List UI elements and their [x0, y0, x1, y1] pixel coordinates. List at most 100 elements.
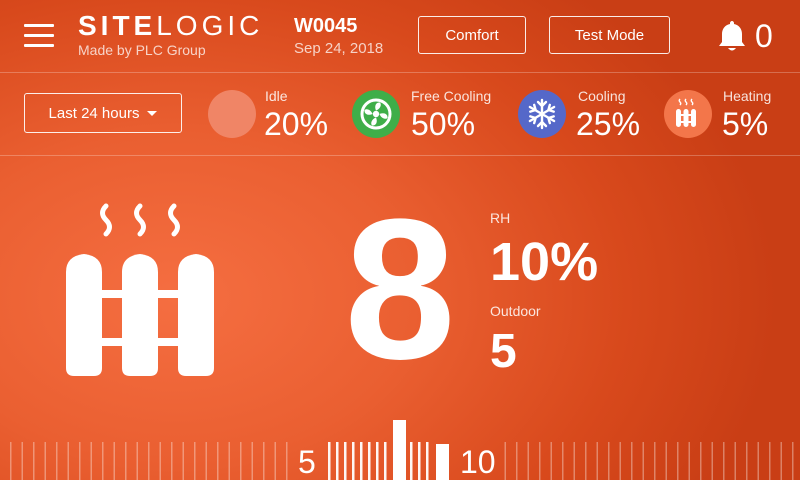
- ruler-tick: [56, 442, 58, 480]
- ruler-tick: [205, 442, 207, 480]
- caret-down-icon: [147, 111, 158, 116]
- stat-value: 50%: [411, 106, 476, 142]
- ruler-tick: [360, 442, 363, 480]
- device-info: W0045 Sep 24, 2018: [294, 14, 383, 58]
- ruler-tick: [384, 442, 387, 480]
- temperature-setpoint: 8: [344, 178, 456, 401]
- ruler-tick: [194, 442, 196, 480]
- ruler-tick: [677, 442, 679, 480]
- ruler-min-label: 5: [298, 444, 316, 480]
- ruler-tick: [217, 442, 219, 480]
- ruler-tick: [757, 442, 759, 480]
- status-bar: Last 24 hours Idle 20% Free Cooling 50%: [0, 72, 800, 156]
- device-date: Sep 24, 2018: [294, 40, 384, 57]
- stat-label: Cooling: [578, 88, 626, 104]
- stat-value: 20%: [264, 106, 329, 142]
- ruler-pointer: [393, 420, 406, 480]
- time-range-label: Last 24 hours: [48, 104, 140, 122]
- ruler-tick: [410, 442, 413, 480]
- ruler-tick: [539, 442, 541, 480]
- brand-logo: SITELOGIC Made by PLC Group: [78, 10, 263, 58]
- rh-value: 10%: [490, 232, 599, 292]
- ruler-tick: [21, 442, 23, 480]
- ruler-tick: [418, 442, 421, 480]
- ruler-tick: [148, 442, 150, 480]
- ruler-tick: [90, 442, 92, 480]
- ruler-tick: [33, 442, 35, 480]
- test-mode-button[interactable]: Test Mode: [549, 16, 670, 54]
- rh-label: RH: [490, 210, 511, 226]
- ruler-tick: [10, 442, 12, 480]
- header-bar: SITELOGIC Made by PLC Group W0045 Sep 24…: [0, 0, 800, 73]
- stat-value: 25%: [576, 106, 641, 142]
- ruler-tick: [274, 442, 276, 480]
- ruler-tick: [67, 442, 69, 480]
- stat-label: Idle: [265, 88, 288, 104]
- ruler-tick: [426, 442, 429, 480]
- ruler-tick: [573, 442, 575, 480]
- ruler-tick: [113, 442, 115, 480]
- ruler-tick: [286, 442, 288, 480]
- ruler-tick: [734, 442, 736, 480]
- outdoor-value: 5: [490, 325, 517, 378]
- ruler-tick: [792, 442, 794, 480]
- bell-icon[interactable]: [716, 19, 748, 53]
- ruler-tick: [654, 442, 656, 480]
- brand-name-light: LOGIC: [156, 10, 264, 41]
- ruler-tick: [79, 442, 81, 480]
- ruler-tick: [769, 442, 771, 480]
- stat-value: 5%: [722, 106, 769, 142]
- ruler-tick: [159, 442, 161, 480]
- ruler-tick: [527, 442, 529, 480]
- ruler-tick: [328, 442, 331, 480]
- ruler-tick: [240, 442, 242, 480]
- ruler-tick: [596, 442, 598, 480]
- temperature-ruler-slider[interactable]: [0, 410, 800, 480]
- ruler-tick: [688, 442, 690, 480]
- fan-icon: [352, 90, 400, 138]
- ruler-tick: [700, 442, 702, 480]
- alert-count[interactable]: 0: [755, 16, 773, 56]
- stat-label: Free Cooling: [411, 88, 492, 104]
- radiator-icon: [66, 203, 214, 376]
- ruler-tick: [171, 442, 173, 480]
- ruler-tick: [102, 442, 104, 480]
- ruler-tick: [344, 442, 347, 480]
- brand-name: SITELOGIC: [78, 10, 263, 42]
- ruler-tick: [723, 442, 725, 480]
- ruler-tick: [608, 442, 610, 480]
- ruler-tick: [619, 442, 621, 480]
- ruler-tick: [631, 442, 633, 480]
- device-id: W0045: [294, 15, 358, 37]
- ruler-tick: [504, 442, 506, 480]
- ruler-max-label: 10: [460, 444, 496, 480]
- ruler-tick: [182, 442, 184, 480]
- outdoor-label: Outdoor: [490, 303, 541, 319]
- stat-label: Heating: [723, 88, 772, 104]
- ruler-tick-major: [436, 444, 449, 480]
- ruler-tick: [228, 442, 230, 480]
- ruler-tick: [585, 442, 587, 480]
- ruler-tick: [352, 442, 355, 480]
- time-range-dropdown[interactable]: Last 24 hours: [24, 93, 182, 133]
- ruler-tick: [711, 442, 713, 480]
- hamburger-menu-icon[interactable]: [24, 24, 54, 48]
- comfort-button[interactable]: Comfort: [418, 16, 526, 54]
- ruler-tick: [44, 442, 46, 480]
- radiator-small-icon: [664, 90, 712, 138]
- brand-name-bold: SITE: [78, 10, 157, 41]
- ruler-tick: [136, 442, 138, 480]
- ruler-tick: [125, 442, 127, 480]
- ruler-tick: [336, 442, 339, 480]
- ruler-tick: [263, 442, 265, 480]
- ruler-tick: [665, 442, 667, 480]
- snowflake-icon: [518, 90, 566, 138]
- ruler-tick: [516, 442, 518, 480]
- ruler-tick: [550, 442, 552, 480]
- ruler-tick: [642, 442, 644, 480]
- ruler-tick: [368, 442, 371, 480]
- ruler-tick: [376, 442, 379, 480]
- ruler-tick: [251, 442, 253, 480]
- ruler-tick: [562, 442, 564, 480]
- brand-tagline: Made by PLC Group: [78, 42, 206, 58]
